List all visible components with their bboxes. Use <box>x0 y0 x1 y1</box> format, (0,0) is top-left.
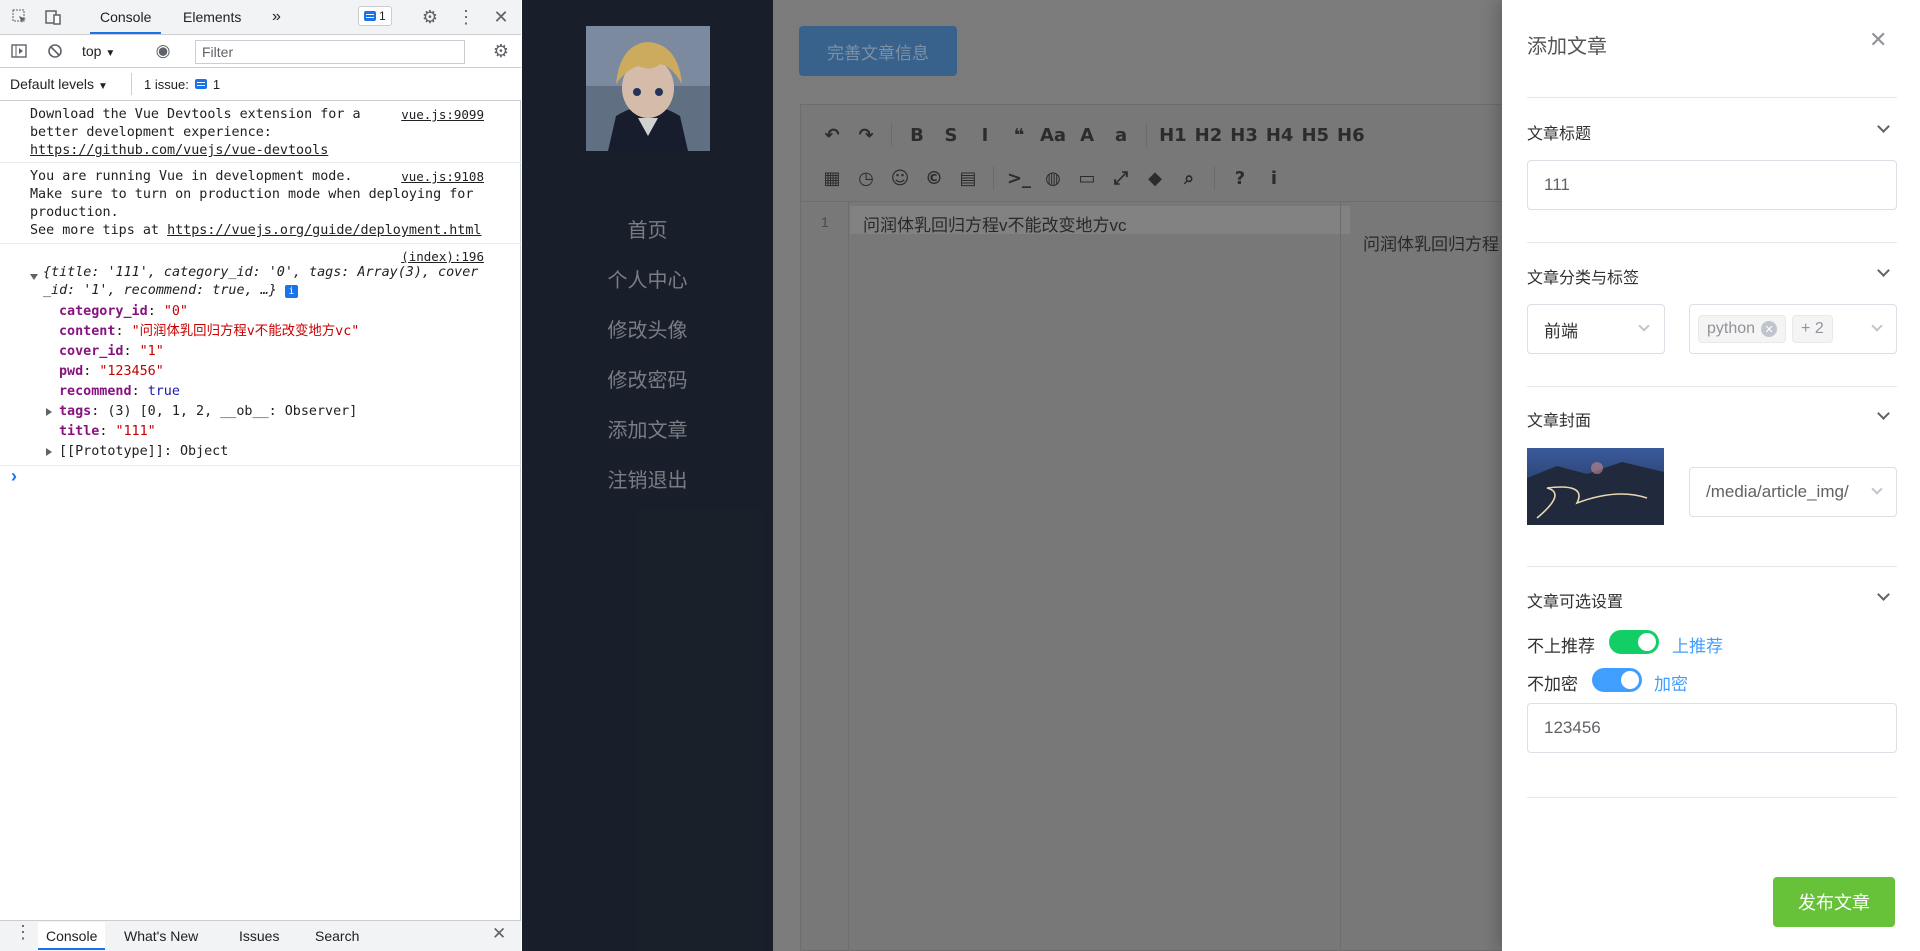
close-drawer-icon[interactable]: ✕ <box>492 924 506 944</box>
drawer-tab-issues[interactable]: Issues <box>231 922 287 950</box>
info-badge-icon: i <box>284 285 298 298</box>
expand-triangle-icon <box>46 448 52 456</box>
close-icon[interactable]: ✕ <box>1869 27 1887 53</box>
expand-triangle-icon <box>46 408 52 416</box>
eye-icon[interactable]: ◉ <box>152 40 174 62</box>
cover-image[interactable] <box>1527 448 1664 525</box>
object-preview: {title: '111', category_id: '0', tags: A… <box>43 265 479 298</box>
object-properties: category_id: "0" content: "问润体乳回归方程v不能改变… <box>46 302 360 462</box>
drawer-tab-console[interactable]: Console <box>38 922 106 950</box>
console-prompt[interactable]: › <box>11 466 17 487</box>
more-options-icon[interactable]: ⋮ <box>455 6 477 28</box>
object-property: cover_id: "1" <box>59 344 164 359</box>
console-source-link[interactable]: (index):196 <box>401 249 484 264</box>
devtools-panel: Console Elements » 1 ⚙ ⋮ ✕ top ▼ ◉ ⚙ Fil… <box>0 0 521 951</box>
object-expander[interactable] <box>30 268 38 283</box>
tag-chip: python ✕ <box>1698 315 1787 343</box>
caret-down-icon: ▼ <box>97 81 108 92</box>
object-property: title: "111" <box>59 424 156 439</box>
message-icon <box>364 11 376 21</box>
divider <box>1527 97 1897 98</box>
encrypt-switch[interactable] <box>1592 668 1642 692</box>
publish-article-button[interactable]: 发布文章 <box>1773 877 1895 927</box>
caret-down-icon: ▼ <box>105 48 116 59</box>
object-property: recommend: true <box>59 384 180 399</box>
inspect-element-icon[interactable] <box>9 6 31 28</box>
drawer-menu-icon[interactable]: ⋮ <box>14 922 32 943</box>
drawer-title: 添加文章 <box>1527 36 1607 58</box>
message-icon <box>194 79 207 89</box>
divider <box>0 465 521 466</box>
console-source-link[interactable]: vue.js:9099 <box>401 107 484 122</box>
cover-path-select[interactable]: /media/article_img/ <box>1689 467 1897 517</box>
object-property-tags[interactable]: tags: (3) [0, 1, 2, __ob__: Observer] <box>46 402 359 422</box>
settings-gear-icon[interactable]: ⚙ <box>419 6 441 28</box>
divider <box>1527 242 1897 243</box>
close-devtools-icon[interactable]: ✕ <box>490 6 512 28</box>
object-property: pwd: "123456" <box>59 364 164 379</box>
levels-bar: Default levels ▼ 1 issue: 1 <box>0 68 521 101</box>
console-source-link[interactable]: vue.js:9108 <box>401 169 484 184</box>
expand-triangle-icon <box>30 274 38 280</box>
console-settings-icon[interactable]: ⚙ <box>490 40 512 62</box>
devtools-tabbar: Console Elements » 1 ⚙ ⋮ ✕ <box>0 0 521 35</box>
encrypt-off-label: 不加密 <box>1527 675 1578 694</box>
add-article-drawer: 添加文章 ✕ 文章标题 111 文章分类与标签 前端 python ✕ + 2 文… <box>1502 0 1920 951</box>
divider <box>0 243 521 244</box>
chevron-down-icon <box>1871 483 1883 495</box>
console-link[interactable]: https://github.com/vuejs/vue-devtools <box>30 143 328 158</box>
recommend-off-label: 不上推荐 <box>1527 637 1595 656</box>
device-toolbar-icon[interactable] <box>42 6 64 28</box>
filter-input[interactable]: Filter <box>195 40 465 64</box>
section-category-header[interactable]: 文章分类与标签 <box>1527 264 1897 288</box>
divider <box>1527 386 1897 387</box>
context-selector[interactable]: top ▼ <box>82 43 115 59</box>
chevron-down-icon <box>1871 320 1883 332</box>
chevron-down-icon <box>1638 320 1650 332</box>
console-link[interactable]: https://vuejs.org/guide/deployment.html <box>167 223 481 238</box>
divider <box>0 162 521 163</box>
tag-remove-icon[interactable]: ✕ <box>1761 321 1778 337</box>
recommend-switch[interactable] <box>1609 630 1659 654</box>
section-title-header[interactable]: 文章标题 <box>1527 120 1897 144</box>
console-message: Download the Vue Devtools extension for … <box>30 107 361 158</box>
more-tabs-button[interactable]: » <box>262 0 291 34</box>
log-levels-dropdown[interactable]: Default levels ▼ <box>10 76 108 92</box>
article-title-input[interactable]: 111 <box>1527 160 1897 210</box>
sidebar-toggle-icon[interactable] <box>8 40 30 62</box>
section-cover-header[interactable]: 文章封面 <box>1527 407 1897 431</box>
category-select[interactable]: 前端 <box>1527 304 1665 354</box>
drawer-tab-whats-new[interactable]: What's New <box>116 922 206 950</box>
object-property: category_id: "0" <box>59 304 188 319</box>
drawer-tab-search[interactable]: Search <box>307 922 367 950</box>
tab-elements[interactable]: Elements <box>173 0 251 34</box>
divider <box>1527 797 1897 798</box>
issue-link[interactable]: 1 issue: 1 <box>131 73 220 95</box>
tags-select[interactable]: python ✕ + 2 <box>1689 304 1897 354</box>
divider <box>1527 566 1897 567</box>
object-prototype[interactable]: [[Prototype]]: Object <box>46 442 359 462</box>
issues-counter[interactable]: 1 <box>358 6 392 26</box>
recommend-on-label: 上推荐 <box>1672 637 1723 656</box>
section-options-header[interactable]: 文章可选设置 <box>1527 588 1897 612</box>
tab-console[interactable]: Console <box>90 0 162 34</box>
tag-more-chip: + 2 <box>1792 315 1833 343</box>
encrypt-on-label: 加密 <box>1654 675 1688 694</box>
object-property: content: "问润体乳回归方程v不能改变地方vc" <box>59 324 360 339</box>
password-input[interactable]: 123456 <box>1527 703 1897 753</box>
clear-console-icon[interactable] <box>44 40 66 62</box>
